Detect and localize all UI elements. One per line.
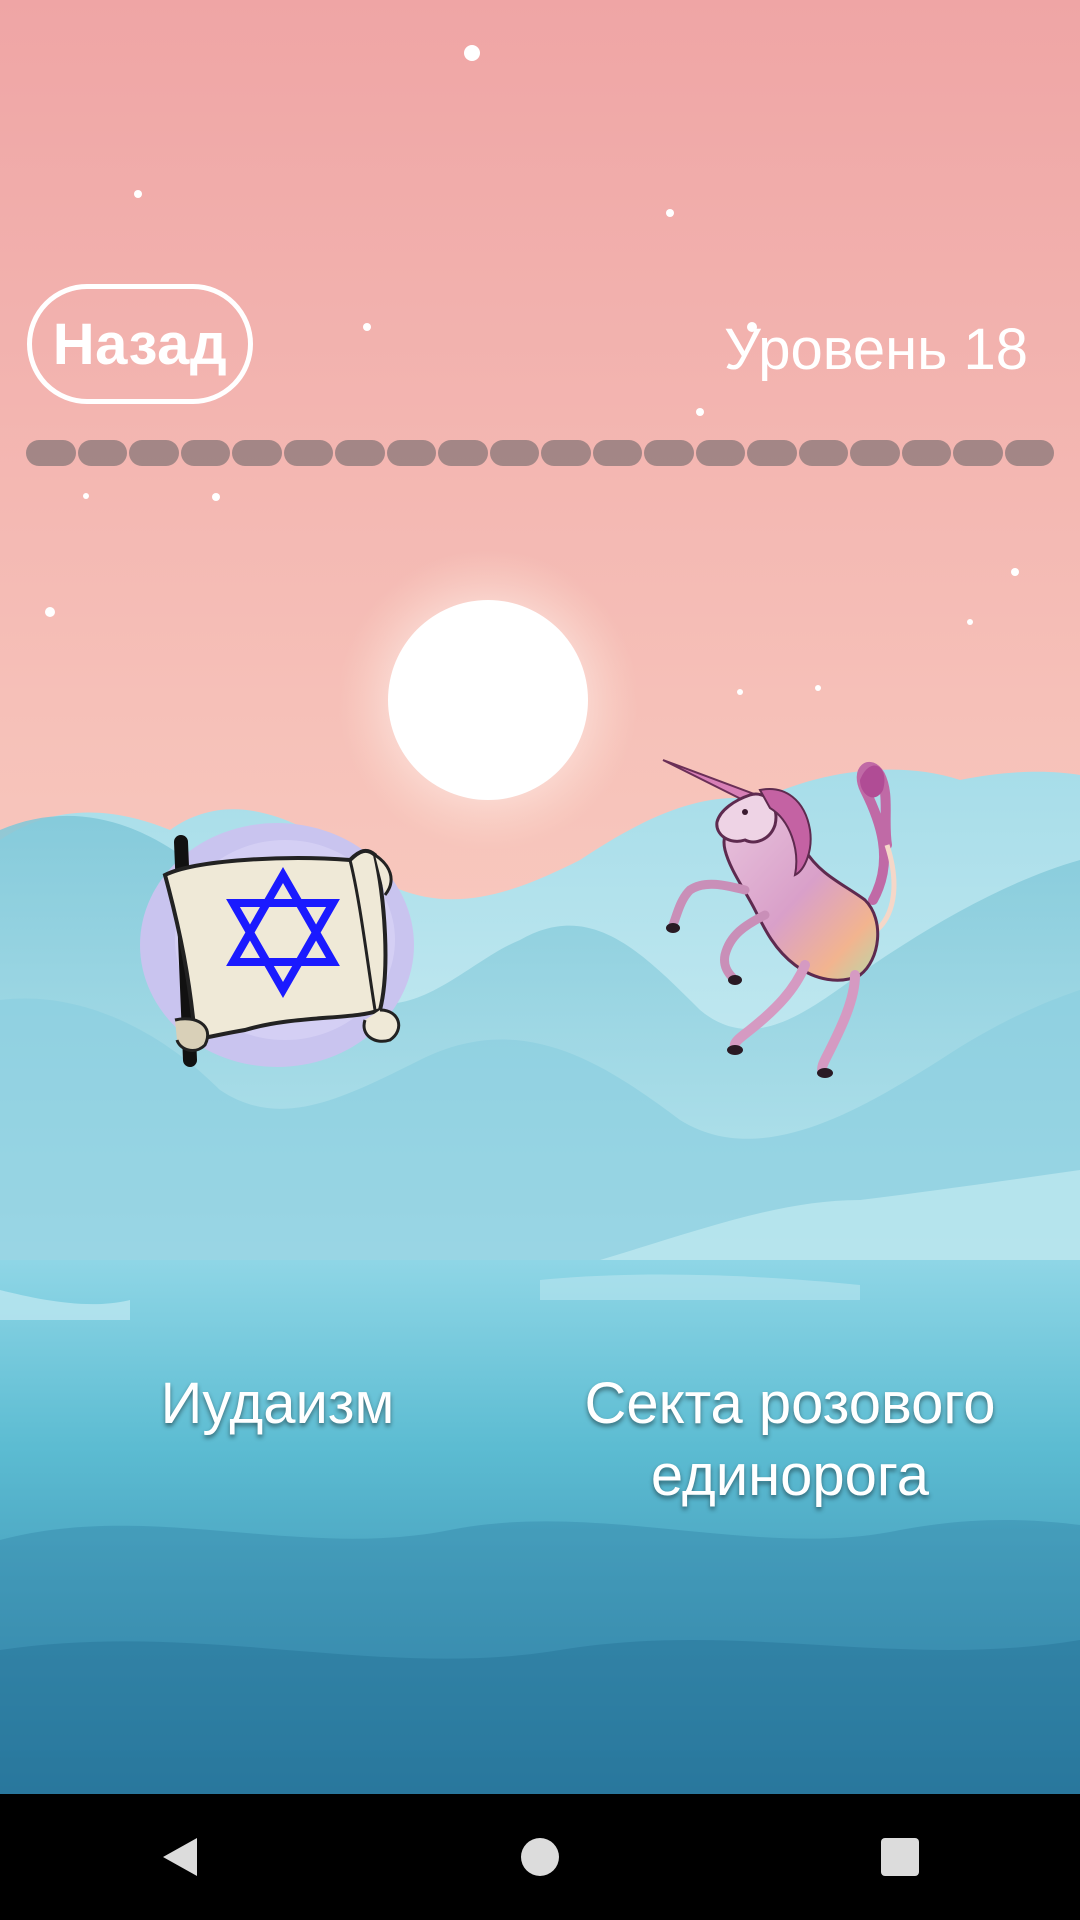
back-button[interactable]: Назад: [27, 284, 253, 404]
back-triangle-icon: [163, 1838, 197, 1876]
progress-segment: [798, 440, 848, 466]
progress-segment: [335, 440, 385, 466]
progress-segment: [695, 440, 745, 466]
pink-unicorn-icon: [662, 759, 897, 1078]
progress-segment: [644, 440, 694, 466]
progress-segment: [747, 440, 797, 466]
progress-segment: [386, 440, 436, 466]
level-label: Уровень 18: [723, 317, 1028, 382]
torah-scroll-star-of-david-icon: [140, 823, 414, 1067]
choice-option-judaism[interactable]: [135, 820, 420, 1080]
progress-segment: [489, 440, 539, 466]
progress-segment: [438, 440, 488, 466]
progress-segment: [26, 440, 76, 466]
progress-segment: [541, 440, 591, 466]
choice-option-pink-unicorn[interactable]: [655, 750, 925, 1080]
progress-segment: [901, 440, 951, 466]
progress-segment: [232, 440, 282, 466]
progress-segment: [283, 440, 333, 466]
system-navigation-bar: [0, 1794, 1080, 1920]
progress-segment: [953, 440, 1003, 466]
nav-back-button[interactable]: [120, 1807, 240, 1907]
progress-segment: [592, 440, 642, 466]
choice-label-pink-unicorn: Секта розового единорога: [584, 1371, 996, 1508]
progress-segment: [129, 440, 179, 466]
nav-recents-button[interactable]: [840, 1807, 960, 1907]
back-button-label: Назад: [52, 311, 228, 377]
recents-square-icon: [881, 1838, 919, 1876]
choice-label-judaism: Иудаизм: [160, 1371, 395, 1436]
progress-segment: [850, 440, 900, 466]
progress-segment: [1004, 440, 1054, 466]
progress-segment: [77, 440, 127, 466]
level-progress-bar: [26, 440, 1054, 466]
home-circle-icon: [521, 1838, 559, 1876]
nav-home-button[interactable]: [480, 1807, 600, 1907]
game-scene: Назад Уровень 18 Иудаизм Секта розового …: [0, 0, 1080, 1794]
progress-segment: [180, 440, 230, 466]
